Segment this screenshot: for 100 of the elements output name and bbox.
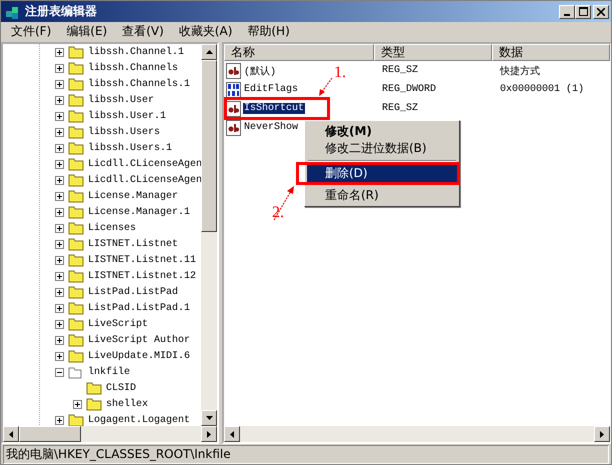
maximize-button[interactable]: [575, 4, 591, 18]
tree-item[interactable]: ListPad.ListPad.1: [88, 302, 190, 314]
expander-icon[interactable]: [55, 192, 64, 200]
folder-icon: [68, 221, 84, 235]
tree-item[interactable]: libssh.User: [88, 94, 154, 106]
minimize-button[interactable]: [559, 4, 575, 18]
expander-icon[interactable]: [55, 288, 64, 296]
tree-item[interactable]: Licdll.CLicenseAgen: [88, 174, 201, 186]
expander-icon[interactable]: [55, 176, 64, 184]
value-type: REG_SZ: [381, 65, 420, 76]
maximize-icon: [578, 6, 588, 16]
status-path: 我的电脑\HKEY_CLASSES_ROOT\lnkfile: [3, 444, 609, 464]
scroll-left-button[interactable]: [3, 426, 19, 442]
tree-item[interactable]: Logagent.Logagent: [88, 414, 190, 426]
tree-item[interactable]: License.Manager: [88, 190, 178, 202]
expander-icon[interactable]: [55, 352, 64, 360]
folder-icon: [68, 237, 84, 251]
folder-icon: [68, 173, 84, 187]
context-menu-item[interactable]: 修改(M): [307, 123, 457, 140]
tree-item[interactable]: LISTNET.Listnet.11: [88, 254, 196, 266]
tree-item[interactable]: CLSID: [106, 382, 136, 394]
expander-icon[interactable]: [55, 208, 64, 216]
scroll-up-button[interactable]: [201, 44, 217, 60]
context-menu-item[interactable]: 重命名(R): [307, 187, 457, 204]
expander-icon[interactable]: [55, 256, 64, 264]
column-header[interactable]: 数据: [492, 44, 610, 61]
folder-icon: [68, 205, 84, 219]
expander-icon[interactable]: [55, 336, 64, 344]
scroll-right-button[interactable]: [201, 426, 217, 442]
tree-item[interactable]: LISTNET.Listnet.12: [88, 270, 196, 282]
string-value-icon: [226, 100, 242, 116]
close-button[interactable]: [593, 4, 609, 18]
folder-icon: [68, 301, 84, 315]
expander-icon[interactable]: [55, 224, 64, 232]
tree-item[interactable]: LISTNET.Listnet: [88, 238, 178, 250]
tree-item[interactable]: LiveUpdate.MIDI.6: [88, 350, 190, 362]
annotation-arrow: [272, 185, 296, 221]
tree-item[interactable]: libssh.Users: [88, 126, 160, 138]
close-icon: [597, 8, 605, 16]
tree-item[interactable]: Licdll.CLicenseAgen: [88, 158, 201, 170]
value-name[interactable]: EditFlags: [243, 84, 300, 95]
scroll-thumb[interactable]: [201, 60, 217, 232]
tree-item[interactable]: libssh.User.1: [88, 110, 166, 122]
scroll-down-button[interactable]: [201, 410, 217, 426]
tree-item[interactable]: lnkfile: [88, 366, 130, 378]
folder-icon: [68, 141, 84, 155]
expander-icon[interactable]: [55, 80, 64, 88]
tree-item[interactable]: LiveScript Author: [88, 334, 190, 346]
tree-item[interactable]: libssh.Users.1: [88, 142, 172, 154]
expander-icon[interactable]: [55, 64, 64, 72]
folder-icon: [68, 93, 84, 107]
value-name[interactable]: NeverShow: [243, 122, 300, 133]
expander-icon[interactable]: [73, 400, 82, 408]
left-arrow-icon: [9, 430, 13, 438]
folder-icon: [68, 365, 84, 379]
folder-icon: [68, 45, 84, 59]
value-name[interactable]: (默认): [243, 64, 278, 78]
menu-item[interactable]: 帮助(H): [241, 23, 299, 40]
menu-item[interactable]: 收藏夹(A): [172, 23, 242, 40]
column-header[interactable]: 类型: [374, 44, 492, 61]
expander-icon[interactable]: [55, 48, 64, 56]
tree-item[interactable]: LiveScript: [88, 318, 148, 330]
menu-item[interactable]: 编辑(E): [60, 23, 116, 40]
right-arrow-icon: [600, 430, 604, 438]
tree-item[interactable]: libssh.Channel.1: [88, 46, 184, 58]
expander-icon[interactable]: [55, 240, 64, 248]
folder-icon: [68, 125, 84, 139]
scroll-right-button[interactable]: [594, 426, 610, 442]
context-menu-item[interactable]: 修改二进位数据(B): [307, 140, 457, 157]
folder-icon: [68, 61, 84, 75]
horizontal-scrollbar[interactable]: [3, 426, 217, 442]
tree-item[interactable]: libssh.Channels.1: [88, 78, 190, 90]
expander-icon[interactable]: [55, 304, 64, 312]
horizontal-scrollbar[interactable]: [224, 426, 610, 442]
string-value-icon: [226, 62, 242, 78]
expander-icon[interactable]: [55, 320, 64, 328]
tree-item[interactable]: Licenses: [88, 222, 136, 234]
menu-item[interactable]: 查看(V): [116, 23, 173, 40]
tree-item[interactable]: shellex: [106, 398, 148, 410]
minimize-icon: [564, 14, 570, 16]
expander-icon[interactable]: [55, 368, 64, 376]
menu-item[interactable]: 文件(F): [5, 23, 60, 40]
expander-icon[interactable]: [55, 128, 64, 136]
expander-icon[interactable]: [55, 272, 64, 280]
scroll-left-button[interactable]: [224, 426, 240, 442]
column-header[interactable]: 名称: [224, 44, 374, 61]
tree-item[interactable]: License.Manager.1: [88, 206, 190, 218]
tree-item[interactable]: libssh.Channels: [88, 62, 178, 74]
expander-icon[interactable]: [55, 160, 64, 168]
context-menu-item[interactable]: 删除(D): [307, 165, 457, 182]
expander-icon[interactable]: [55, 96, 64, 104]
value-name[interactable]: IsShortcut: [243, 103, 306, 114]
expander-icon[interactable]: [55, 144, 64, 152]
expander-icon[interactable]: [55, 416, 64, 424]
expander-icon[interactable]: [55, 112, 64, 120]
value-type: REG_DWORD: [381, 84, 438, 95]
folder-icon: [68, 157, 84, 171]
vertical-scrollbar[interactable]: [201, 44, 217, 426]
scroll-thumb[interactable]: [19, 426, 81, 442]
tree-item[interactable]: ListPad.ListPad: [88, 286, 178, 298]
